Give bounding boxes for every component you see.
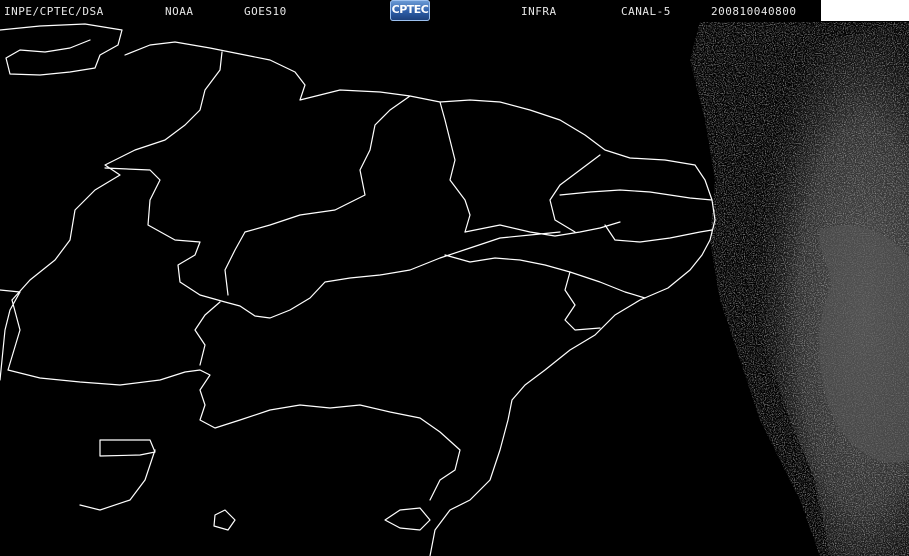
satellite-image: INPE/CPTEC/DSA NOAA GOES10 CPTEC INFRA C… (0, 0, 909, 556)
map-layer (0, 22, 909, 556)
logo-text: CPTEC (391, 3, 429, 16)
datetime-label: 200810040800 (711, 5, 797, 18)
cloud-field (690, 22, 909, 556)
image-header-bar: INPE/CPTEC/DSA NOAA GOES10 CPTEC INFRA C… (0, 0, 909, 22)
band-label: INFRA (521, 5, 557, 18)
source-label: NOAA (165, 5, 194, 18)
agency-label: INPE/CPTEC/DSA (4, 5, 104, 18)
blank-patch (821, 0, 909, 21)
lake-feature (99, 439, 156, 457)
country-state-boundaries (0, 23, 716, 556)
northern-coastline (0, 23, 716, 556)
satellite-label: GOES10 (244, 5, 287, 18)
state-boundary-west (11, 51, 223, 301)
cptec-logo: CPTEC (390, 0, 430, 21)
channel-label: CANAL-5 (621, 5, 671, 18)
west-boundary (0, 289, 21, 381)
